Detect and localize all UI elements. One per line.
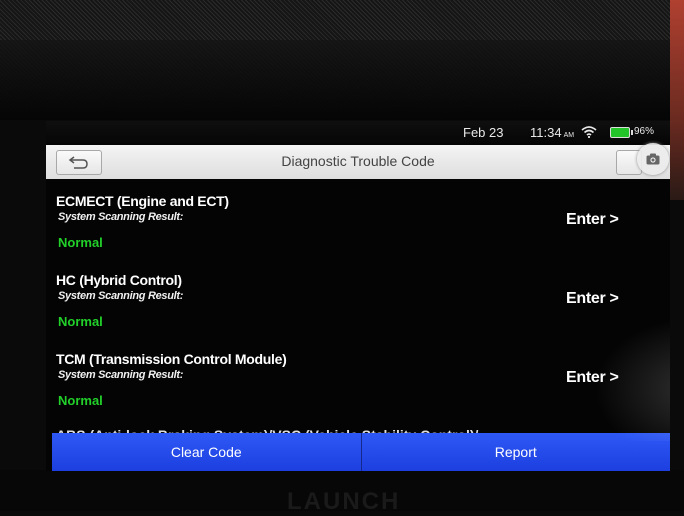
system-list-item[interactable]: TCM (Transmission Control Module) System… bbox=[46, 341, 670, 420]
system-name: HC (Hybrid Control) bbox=[56, 272, 182, 288]
title-bar: Diagnostic Trouble Code bbox=[46, 145, 670, 179]
enter-button[interactable]: Enter > bbox=[566, 290, 619, 308]
system-list: ECMECT (Engine and ECT) System Scanning … bbox=[46, 183, 670, 420]
system-name: ECMECT (Engine and ECT) bbox=[56, 193, 229, 209]
scan-status: Normal bbox=[58, 393, 103, 408]
system-list-item[interactable]: HC (Hybrid Control) System Scanning Resu… bbox=[46, 262, 670, 341]
scan-result-label: System Scanning Result: bbox=[58, 369, 184, 381]
photo-background bbox=[0, 0, 684, 120]
clear-code-button[interactable]: Clear Code bbox=[52, 433, 361, 471]
enter-button[interactable]: Enter > bbox=[566, 369, 619, 387]
system-list-item[interactable]: ECMECT (Engine and ECT) System Scanning … bbox=[46, 183, 670, 262]
battery-icon bbox=[610, 127, 633, 138]
status-time: 11:34 AM bbox=[530, 125, 575, 140]
screen: Feb 23 11:34 AM 96% Diagnostic Trouble Co… bbox=[46, 121, 670, 471]
wifi-icon bbox=[581, 126, 597, 138]
photo-edge bbox=[670, 0, 684, 200]
report-button[interactable]: Report bbox=[362, 433, 671, 471]
scan-status: Normal bbox=[58, 314, 103, 329]
status-date: Feb 23 bbox=[463, 125, 504, 140]
action-bar: Clear Code Report bbox=[52, 433, 670, 471]
enter-button[interactable]: Enter > bbox=[566, 211, 619, 229]
battery-percent: 96% bbox=[634, 126, 655, 137]
screenshot-button[interactable] bbox=[637, 143, 669, 175]
camera-icon bbox=[646, 153, 660, 165]
status-bar: Feb 23 11:34 AM 96% bbox=[46, 121, 670, 143]
system-name: TCM (Transmission Control Module) bbox=[56, 351, 287, 367]
scan-result-label: System Scanning Result: bbox=[58, 211, 184, 223]
page-title: Diagnostic Trouble Code bbox=[281, 153, 435, 169]
device-brand-label: LAUNCH bbox=[287, 488, 401, 515]
status-ampm: AM bbox=[563, 132, 575, 139]
scan-status: Normal bbox=[58, 235, 103, 250]
scan-result-label: System Scanning Result: bbox=[58, 290, 184, 302]
